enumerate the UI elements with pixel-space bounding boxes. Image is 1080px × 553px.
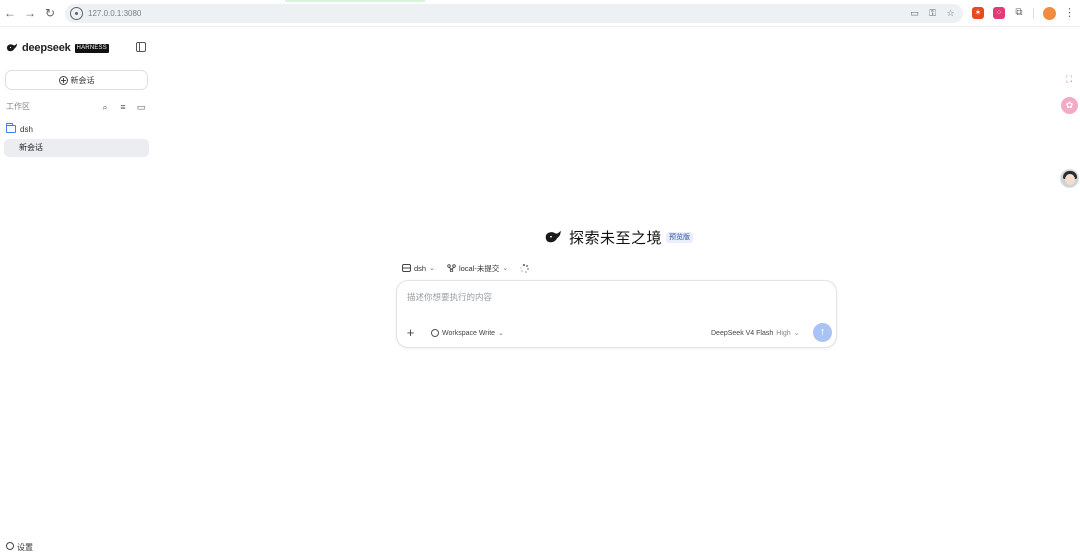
model-selector[interactable]: DeepSeek V4 Flash High ⌄ [711, 329, 800, 338]
pink-assistant-icon[interactable]: ✿ [1061, 97, 1078, 114]
more-vert-icon[interactable]: ⋮ [1064, 6, 1075, 20]
sidebar-item-chat-active[interactable]: 新会话 [4, 139, 149, 157]
user-avatar[interactable] [1060, 169, 1079, 188]
hero-title: 探索未至之境 [569, 229, 663, 247]
workspace-selector[interactable]: dsh ⌄ [402, 264, 435, 273]
globe-icon [431, 329, 439, 337]
url-text[interactable]: 127.0.0.1:3080 [88, 7, 141, 20]
key-icon[interactable]: ⚿ [926, 7, 939, 20]
reload-icon[interactable]: ↻ [43, 6, 57, 20]
new-chat-label: 新会话 [70, 75, 95, 85]
send-button[interactable]: ↑ [813, 323, 832, 342]
permission-mode-selector[interactable]: Workspace Write ⌄ [431, 329, 504, 337]
toolbar-divider [1033, 8, 1034, 19]
address-bar[interactable]: 127.0.0.1:3080 ▭ ⚿ ☆ [65, 4, 963, 23]
loading-spinner-icon [520, 263, 530, 273]
branch-selector-label: local-未提交 [458, 263, 500, 273]
preview-badge: 预览版 [666, 231, 694, 243]
add-attachment-icon[interactable]: + [405, 326, 416, 339]
model-label: DeepSeek V4 Flash [711, 329, 774, 337]
site-info-icon[interactable] [70, 7, 83, 20]
sidebar: deepseek HARNESS 新会话 工作区 ⌕ ≡ ▭ dsh 新会话 设… [0, 27, 156, 552]
new-chat-button[interactable]: 新会话 [5, 70, 148, 90]
brand-badge: HARNESS [74, 43, 109, 53]
workspace-selector-label: dsh [414, 263, 427, 273]
arrow-right-icon[interactable]: → [23, 6, 37, 20]
browser-toolbar: ← → ↻ 127.0.0.1:3080 ▭ ⚿ ☆ ✶ ⁘ ⧉ ⋮ [0, 0, 1080, 27]
database-icon [402, 264, 411, 272]
folder-label: dsh [20, 124, 33, 134]
folder-icon [6, 123, 16, 133]
add-folder-icon[interactable]: ▭ [136, 102, 146, 112]
whale-logo-icon [7, 43, 17, 52]
plus-circle-icon [58, 75, 68, 85]
sidebar-item-folder[interactable]: dsh [6, 123, 33, 135]
chevron-down-icon: ⌄ [502, 265, 509, 272]
brand-logo[interactable]: deepseek HARNESS [6, 41, 109, 55]
dice-extension-icon[interactable]: ⁘ [993, 7, 1005, 19]
brand-name: deepseek [22, 42, 71, 54]
search-icon[interactable]: ⌕ [100, 102, 110, 112]
chevron-down-icon: ⌄ [498, 330, 504, 337]
scan-icon[interactable]: ⛶ [1063, 73, 1075, 85]
arrow-left-icon[interactable]: ← [3, 6, 17, 20]
chevron-down-icon: ⌄ [793, 330, 800, 337]
branch-icon [447, 264, 456, 272]
gear-icon [6, 542, 14, 550]
chevron-down-icon: ⌄ [429, 265, 435, 272]
profile-icon[interactable] [1043, 7, 1056, 20]
context-bar: dsh ⌄ local-未提交 ⌄ [402, 262, 530, 274]
sidebar-toggle-icon[interactable] [136, 42, 146, 52]
puzzle-icon[interactable]: ⧉ [1013, 7, 1025, 19]
settings-label: 设置 [17, 543, 33, 552]
whale-logo-icon [545, 230, 561, 242]
star-icon[interactable]: ☆ [944, 7, 957, 20]
settings-button[interactable]: 设置 [6, 542, 33, 552]
prompt-composer: 描述你想要执行的内容 + Workspace Write ⌄ DeepSeek … [396, 280, 837, 348]
filter-icon[interactable]: ≡ [118, 102, 128, 112]
hero-heading: 探索未至之境 预览版 [544, 228, 694, 247]
permission-mode-label: Workspace Write [442, 329, 496, 337]
effort-label: High [776, 329, 791, 337]
workspace-title: 工作区 [6, 102, 30, 111]
workspace-header: 工作区 ⌕ ≡ ▭ [6, 101, 152, 113]
tab-loading-indicator [285, 0, 425, 2]
cast-icon[interactable]: ▭ [908, 7, 921, 20]
prompt-input[interactable]: 描述你想要执行的内容 [407, 291, 492, 303]
bug-extension-icon[interactable]: ✶ [972, 7, 984, 19]
branch-selector[interactable]: local-未提交 ⌄ [447, 263, 508, 274]
